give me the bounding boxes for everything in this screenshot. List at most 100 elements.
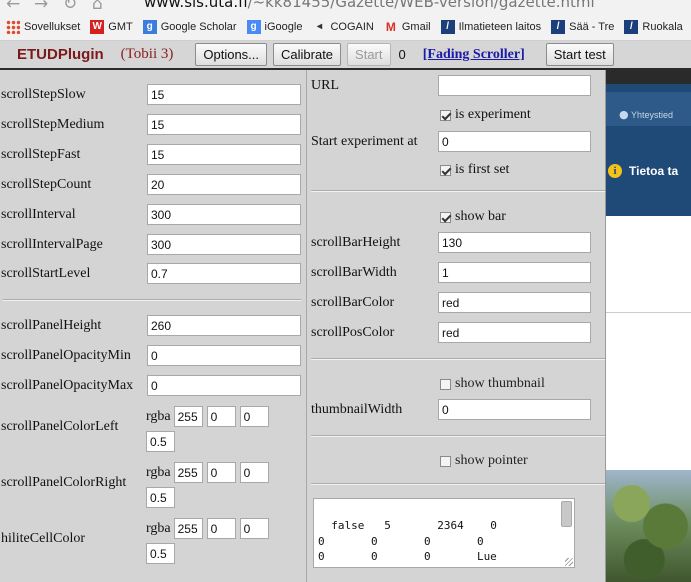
- scroll-bar-width-input[interactable]: [438, 262, 591, 283]
- rgba-prefix: rgba: [146, 408, 171, 424]
- scroll-interval-page-input[interactable]: [147, 234, 301, 255]
- column-divider: [306, 70, 307, 582]
- scroll-step-fast-input[interactable]: [147, 144, 301, 165]
- cogain-favicon-icon: ◂: [316, 21, 322, 32]
- checkbox-label: is experiment: [455, 107, 531, 122]
- show-bar-checkbox[interactable]: [440, 211, 451, 223]
- bookmark-gmail[interactable]: M Gmail: [384, 20, 431, 34]
- browser-address-bar[interactable]: ← → ↻ ⌂ www.sis.uta.fi/~kk81455/Gazette/…: [0, 0, 691, 14]
- bookmark-sovellukset[interactable]: Sovellukset: [6, 20, 80, 34]
- scroll-step-medium-input[interactable]: [147, 114, 301, 135]
- hilite-b-input[interactable]: [239, 518, 269, 539]
- setting-label: scrollStepSlow: [1, 86, 86, 102]
- background-contact-link[interactable]: ● Yhteystied: [619, 108, 673, 121]
- setting-label: scrollBarWidth: [311, 264, 397, 280]
- calibrate-button[interactable]: Calibrate: [273, 43, 342, 66]
- color-left-r-input[interactable]: [173, 406, 203, 427]
- bookmark-label: Google Scholar: [160, 21, 237, 33]
- rgba-prefix: rgba: [146, 464, 171, 480]
- show-pointer-checkbox[interactable]: [440, 455, 451, 467]
- hilite-a-input[interactable]: [146, 543, 175, 564]
- tracker-name: (Tobii 3): [120, 46, 174, 62]
- setting-scroll-step-medium: scrollStepMedium: [1, 114, 301, 135]
- color-alpha-row: [146, 543, 175, 564]
- fading-scroller-link[interactable]: [Fading Scroller]: [423, 47, 525, 63]
- scroll-panel-opacity-max-input[interactable]: [147, 375, 301, 396]
- scroll-start-level-input[interactable]: [147, 263, 301, 284]
- resize-grip-icon[interactable]: [565, 558, 573, 566]
- scroll-pos-color-input[interactable]: [438, 322, 591, 343]
- scroll-interval-input[interactable]: [147, 204, 301, 225]
- event-log-textarea[interactable]: false 5 2364 0 0 0 0 0 0 0 0 Lue Heikkil…: [313, 498, 575, 568]
- is-first-set-checkbox[interactable]: [440, 164, 451, 176]
- scroll-step-count-input[interactable]: [147, 174, 301, 195]
- section-divider: [311, 435, 605, 437]
- forward-arrow-icon[interactable]: →: [34, 0, 48, 14]
- setting-label: scrollPanelColorLeft: [1, 419, 119, 434]
- checkbox-label: is first set: [455, 162, 510, 177]
- home-icon[interactable]: ⌂: [92, 0, 103, 14]
- bookmark-google-scholar[interactable]: g Google Scholar: [142, 20, 237, 34]
- url-host: www.sis.uta.fi: [144, 0, 248, 11]
- thumbnail-width-input[interactable]: [438, 399, 591, 420]
- scroll-panel-height-input[interactable]: [147, 315, 301, 336]
- gmail-favicon-icon: M: [385, 20, 396, 34]
- is-experiment-checkbox[interactable]: [440, 109, 451, 121]
- setting-label: scrollPanelOpacityMin: [1, 347, 131, 363]
- setting-label: scrollIntervalPage: [1, 236, 103, 252]
- setting-scroll-step-slow: scrollStepSlow: [1, 84, 301, 105]
- bookmark-cogain[interactable]: ◂ COGAIN: [312, 20, 374, 34]
- color-left-a-input[interactable]: [146, 431, 175, 452]
- scroll-panel-opacity-min-input[interactable]: [147, 345, 301, 366]
- scroll-step-slow-input[interactable]: [147, 84, 301, 105]
- bookmark-label: Sää - Tre: [569, 21, 615, 33]
- setting-label: Start experiment at: [311, 133, 418, 149]
- setting-scroll-bar-width: scrollBarWidth: [311, 262, 591, 283]
- color-right-r-input[interactable]: [173, 462, 203, 483]
- start-test-button[interactable]: Start test: [545, 43, 614, 66]
- setting-scroll-panel-color-right: scrollPanelColorRight: [1, 475, 126, 491]
- reload-icon[interactable]: ↻: [63, 0, 77, 14]
- hilite-r-input[interactable]: [173, 518, 203, 539]
- bookmark-ilmatieteen-laitos[interactable]: / Ilmatieteen laitos: [440, 20, 541, 34]
- start-experiment-at-input[interactable]: [438, 131, 591, 152]
- checkbox-label: show thumbnail: [455, 376, 545, 391]
- bookmark-gmt[interactable]: W GMT: [90, 20, 133, 34]
- color-left-g-input[interactable]: [206, 406, 236, 427]
- apps-grid-icon: [6, 20, 20, 34]
- bookmark-label: GMT: [108, 21, 133, 33]
- weather-favicon-icon: /: [551, 20, 566, 34]
- start-button[interactable]: Start: [347, 43, 391, 66]
- bookmark-label: Sovellukset: [24, 21, 81, 33]
- setting-label: URL: [311, 77, 339, 93]
- hilite-g-input[interactable]: [206, 518, 236, 539]
- scroll-bar-height-input[interactable]: [438, 232, 591, 253]
- color-left-b-input[interactable]: [239, 406, 269, 427]
- setting-scroll-bar-height: scrollBarHeight: [311, 232, 591, 253]
- bookmark-igoogle[interactable]: g iGoogle: [246, 20, 302, 34]
- color-right-b-input[interactable]: [239, 462, 269, 483]
- setting-scroll-panel-color-left: scrollPanelColorLeft: [1, 419, 118, 435]
- back-arrow-icon[interactable]: ←: [6, 0, 20, 14]
- show-thumbnail-checkbox[interactable]: [440, 378, 451, 390]
- setting-scroll-panel-opacity-min: scrollPanelOpacityMin: [1, 345, 301, 366]
- options-button[interactable]: Options...: [195, 43, 268, 66]
- url-input[interactable]: [438, 75, 591, 96]
- background-page-nav: ● Yhteystied: [606, 92, 691, 126]
- bookmark-ruokala[interactable]: / Ruokala: [624, 20, 683, 34]
- info-icon: i: [608, 164, 622, 178]
- setting-label: scrollPanelHeight: [1, 317, 102, 333]
- ruokala-favicon-icon: /: [624, 20, 639, 34]
- bookmark-saa-tre[interactable]: / Sää - Tre: [551, 20, 614, 34]
- color-rgba-group: rgba: [146, 406, 269, 427]
- setting-label: scrollBarHeight: [311, 234, 401, 250]
- scroll-bar-color-input[interactable]: [438, 292, 591, 313]
- color-rgba-group: rgba: [146, 518, 269, 539]
- setting-label: thumbnailWidth: [311, 401, 403, 417]
- color-right-g-input[interactable]: [206, 462, 236, 483]
- url-text[interactable]: www.sis.uta.fi/~kk81455/Gazette/WEB-vers…: [144, 0, 595, 11]
- is-experiment-row: is experiment: [440, 107, 531, 123]
- gmt-favicon-icon: W: [90, 20, 105, 34]
- color-right-a-input[interactable]: [146, 487, 175, 508]
- log-scrollbar-thumb[interactable]: [561, 501, 572, 527]
